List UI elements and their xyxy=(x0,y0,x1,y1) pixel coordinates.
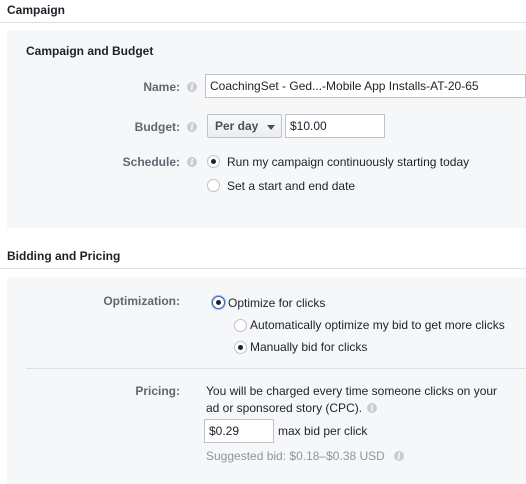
optimization-divider xyxy=(26,368,526,369)
info-icon[interactable]: i xyxy=(367,403,377,413)
bidding-section-title: Bidding and Pricing xyxy=(7,249,121,263)
optimization-label: Optimization: xyxy=(103,294,180,308)
info-icon[interactable]: i xyxy=(187,157,197,167)
budget-type-dropdown[interactable]: Per day xyxy=(207,114,282,138)
info-icon[interactable]: i xyxy=(187,82,197,92)
manual-bid-radio[interactable] xyxy=(234,341,247,354)
schedule-dates-radio[interactable] xyxy=(207,179,220,192)
schedule-continuous-label[interactable]: Run my campaign continuously starting to… xyxy=(227,155,469,169)
max-bid-suffix: max bid per click xyxy=(278,424,368,438)
max-bid-input[interactable]: $0.29 xyxy=(204,419,274,443)
optimize-clicks-label[interactable]: Optimize for clicks xyxy=(228,296,325,310)
campaign-divider xyxy=(0,22,526,23)
optimize-clicks-radio[interactable] xyxy=(212,296,225,309)
budget-type-label: Per day xyxy=(215,119,259,133)
manual-bid-label[interactable]: Manually bid for clicks xyxy=(250,340,367,354)
campaign-section-title: Campaign xyxy=(7,3,66,17)
campaign-budget-subtitle: Campaign and Budget xyxy=(26,44,154,58)
info-icon[interactable]: i xyxy=(187,122,197,132)
bidding-divider xyxy=(0,268,526,269)
pricing-label: Pricing: xyxy=(135,384,180,398)
pricing-description-line1: You will be charged every time someone c… xyxy=(206,384,498,398)
name-label: Name: xyxy=(143,80,180,94)
chevron-down-icon xyxy=(267,125,275,130)
schedule-continuous-radio[interactable] xyxy=(207,155,220,168)
budget-amount-input[interactable]: $10.00 xyxy=(285,114,385,138)
suggested-bid-text: Suggested bid: $0.18–$0.38 USD xyxy=(206,449,385,463)
campaign-name-input[interactable]: CoachingSet - Ged...-Mobile App Installs… xyxy=(205,74,526,98)
info-icon[interactable]: i xyxy=(394,451,404,461)
schedule-label: Schedule: xyxy=(122,155,180,169)
pricing-description-line2: ad or sponsored story (CPC). xyxy=(206,401,363,415)
budget-label: Budget: xyxy=(134,120,180,134)
auto-bid-radio[interactable] xyxy=(234,319,247,332)
schedule-dates-label[interactable]: Set a start and end date xyxy=(227,179,355,193)
auto-bid-label[interactable]: Automatically optimize my bid to get mor… xyxy=(250,318,505,332)
